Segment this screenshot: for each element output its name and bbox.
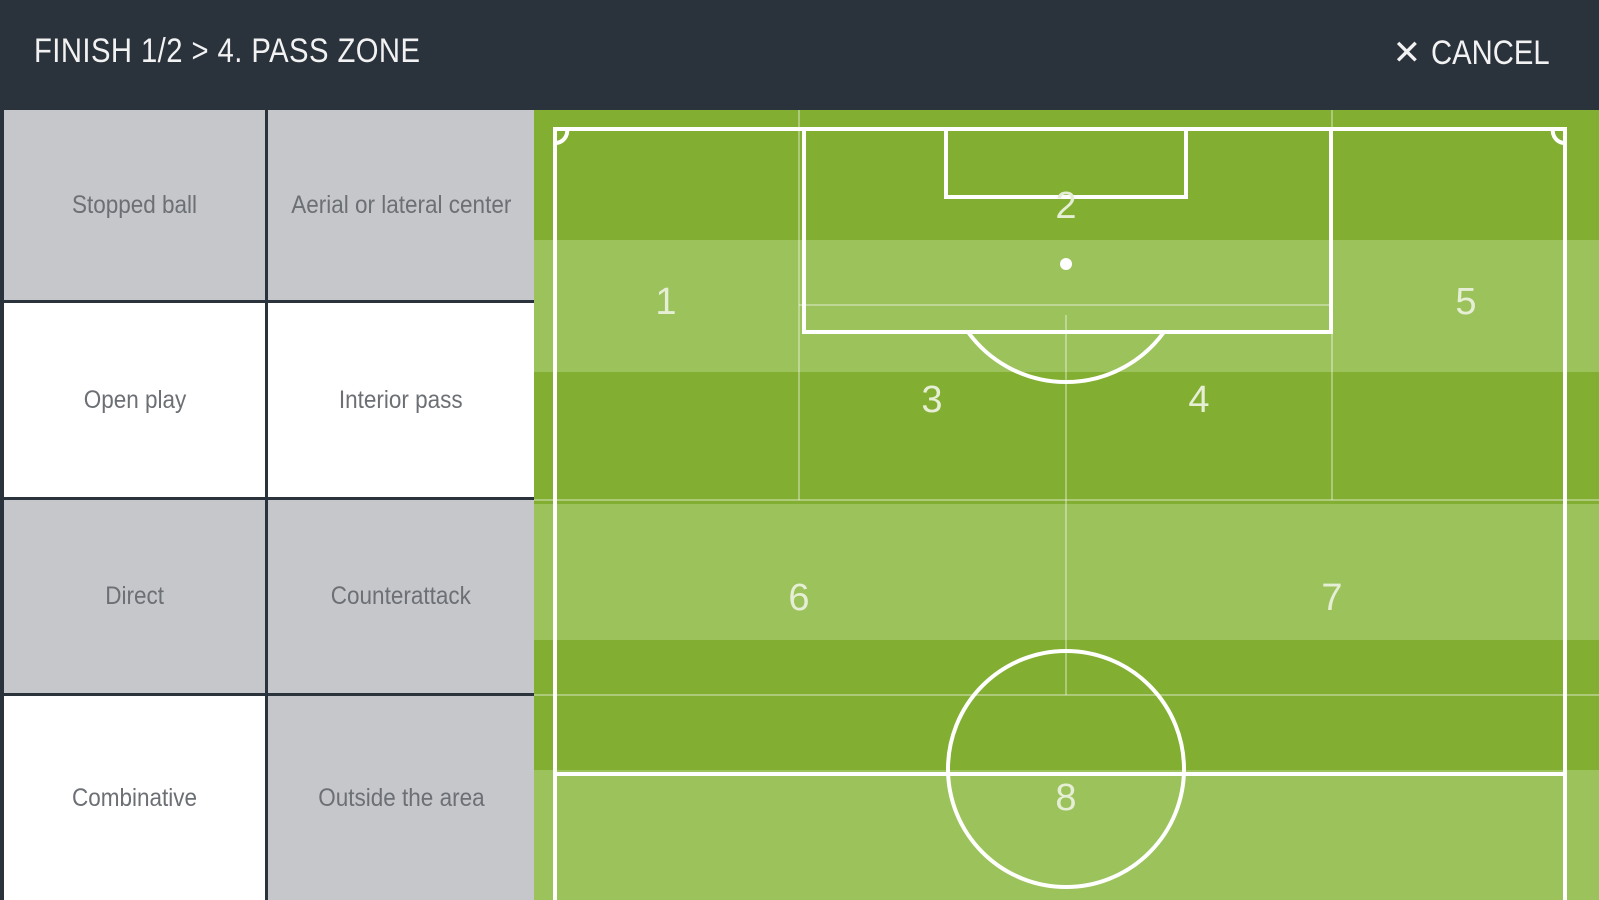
pitch-zone-selector: 1 2 3 4 5 6 7 8: [534, 110, 1599, 900]
option-label: Outside the area: [317, 783, 485, 812]
option-label: Stopped ball: [71, 190, 198, 219]
option-aerial-or-lateral-center[interactable]: Aerial or lateral center: [268, 110, 534, 300]
zone-number: 7: [1321, 577, 1342, 619]
option-label: Interior pass: [339, 385, 463, 414]
option-combinative[interactable]: Combinative: [4, 696, 265, 900]
option-label: Aerial or lateral center: [290, 190, 512, 219]
option-counterattack[interactable]: Counterattack: [268, 500, 534, 693]
option-label: Open play: [83, 385, 186, 414]
zone-number: 1: [655, 281, 676, 323]
option-label: Combinative: [71, 783, 198, 812]
option-label: Direct: [105, 582, 164, 610]
zone-number: 3: [921, 379, 942, 421]
option-interior-pass[interactable]: Interior pass: [268, 303, 534, 497]
option-stopped-ball[interactable]: Stopped ball: [4, 110, 265, 300]
cancel-label: CANCEL: [1431, 33, 1550, 72]
zone-number: 4: [1188, 379, 1209, 421]
option-label: Counterattack: [330, 582, 472, 610]
top-bar: FINISH 1/2 > 4. PASS ZONE ✕ CANCEL: [0, 0, 1599, 110]
pass-type-grid: Stopped ball Aerial or lateral center Op…: [0, 110, 534, 900]
option-direct[interactable]: Direct: [4, 500, 265, 693]
breadcrumb: FINISH 1/2 > 4. PASS ZONE: [34, 32, 421, 70]
cancel-button[interactable]: ✕ CANCEL: [1393, 28, 1569, 78]
close-icon: ✕: [1392, 34, 1422, 72]
zone-number: 6: [788, 577, 809, 619]
zone-number: 5: [1455, 281, 1476, 323]
option-outside-the-area[interactable]: Outside the area: [268, 696, 534, 900]
zone-number: 2: [1055, 185, 1076, 227]
zone-number: 8: [1055, 777, 1076, 819]
option-open-play[interactable]: Open play: [4, 303, 265, 497]
pitch-graphic: 1 2 3 4 5 6 7 8: [534, 110, 1599, 900]
